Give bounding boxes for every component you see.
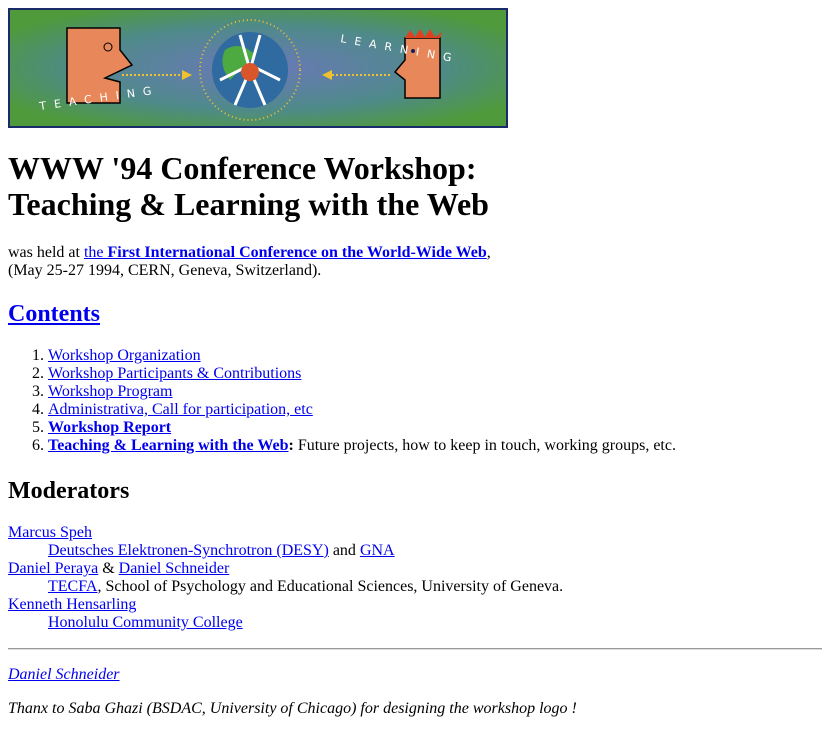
workshop-organization-link[interactable]: Workshop Organization — [48, 347, 201, 364]
moderator-link[interactable]: Daniel Schneider — [119, 560, 230, 577]
logo-credit: Thanx to Saba Ghazi (BSDAC, University o… — [8, 700, 577, 717]
teaching-learning-link[interactable]: Teaching & Learning with the Web — [48, 437, 288, 454]
tecfa-link[interactable]: TECFA — [48, 578, 97, 595]
moderator-link[interactable]: Daniel Peraya — [8, 560, 98, 577]
intro: was held at the First International Conf… — [8, 244, 491, 279]
contents-link[interactable]: Contents — [8, 301, 100, 327]
moderator-link[interactable]: Kenneth Hensarling — [8, 596, 136, 613]
contents-heading: Contents — [8, 300, 822, 328]
workshop-logo-banner: TEACHING LEARNING — [8, 8, 508, 128]
moderator-link[interactable]: Marcus Speh — [8, 524, 92, 541]
moderators-list: Marcus Speh Deutsches Elektronen-Synchro… — [8, 524, 564, 631]
list-item: Workshop Organization — [48, 347, 822, 365]
honolulu-link[interactable]: Honolulu Community College — [48, 614, 243, 631]
program-link[interactable]: Workshop Program — [48, 383, 172, 400]
conference-link[interactable]: the First International Conference on th… — [84, 244, 487, 261]
divider — [8, 648, 822, 650]
list-item: Teaching & Learning with the Web: Future… — [48, 437, 822, 455]
desy-link[interactable]: Deutsches Elektronen-Synchrotron (DESY) — [48, 542, 329, 559]
page-title: WWW '94 Conference Workshop: Teaching & L… — [8, 150, 489, 222]
author-link[interactable]: Daniel Schneider — [8, 666, 120, 683]
list-item: Workshop Program — [48, 383, 822, 401]
contents-list: Workshop Organization Workshop Participa… — [8, 347, 822, 455]
list-item: Workshop Participants & Contributions — [48, 365, 822, 383]
moderators-heading: Moderators — [8, 478, 130, 504]
workshop-report-link[interactable]: Workshop Report — [48, 419, 171, 436]
gna-link[interactable]: GNA — [360, 542, 395, 559]
list-item: Workshop Report — [48, 419, 822, 437]
administrativa-link[interactable]: Administrativa, Call for participation, … — [48, 401, 313, 418]
list-item: Administrativa, Call for participation, … — [48, 401, 822, 419]
participants-link[interactable]: Workshop Participants & Contributions — [48, 365, 301, 382]
